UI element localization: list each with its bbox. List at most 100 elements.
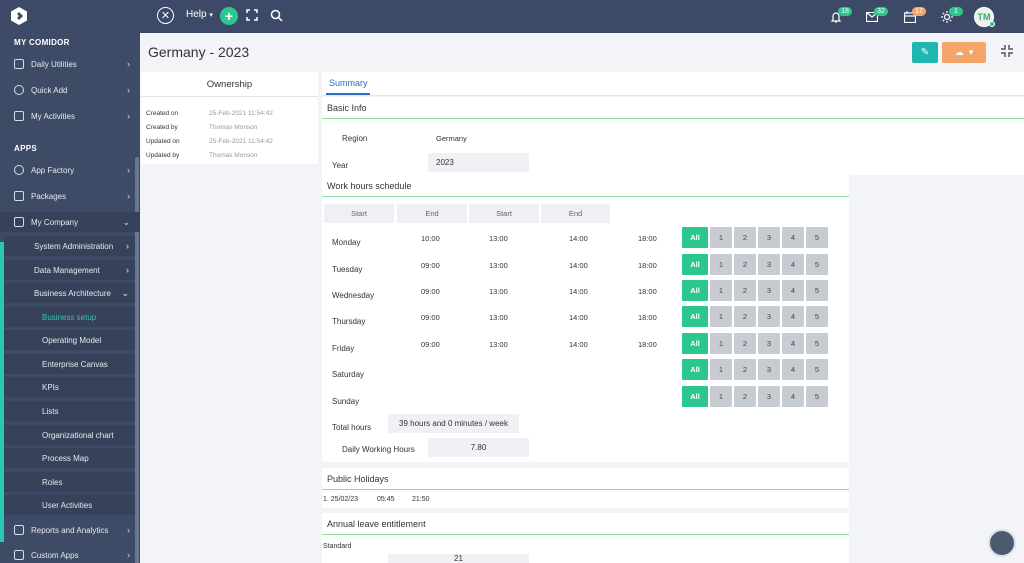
week-5-button[interactable]: 5 xyxy=(806,254,828,275)
week-all-button[interactable]: All xyxy=(682,280,708,301)
week-3-button[interactable]: 3 xyxy=(758,359,780,380)
week-4-button[interactable]: 4 xyxy=(782,386,804,407)
week-1-button[interactable]: 1 xyxy=(710,280,732,301)
day-label: Sunday xyxy=(332,397,360,406)
search-icon[interactable] xyxy=(270,9,283,22)
week-all-button[interactable]: All xyxy=(682,306,708,327)
week-4-button[interactable]: 4 xyxy=(782,254,804,275)
year-field[interactable]: 2023 xyxy=(428,153,529,172)
chevron-right-icon: › xyxy=(127,550,130,560)
week-5-button[interactable]: 5 xyxy=(806,306,828,327)
week-2-button[interactable]: 2 xyxy=(734,280,756,301)
sidebar-item-packages[interactable]: Packages › xyxy=(0,186,140,206)
section-title: Public Holidays xyxy=(327,474,389,484)
pencil-icon: ✎ xyxy=(920,47,930,58)
week-2-button[interactable]: 2 xyxy=(734,227,756,248)
start-time: 09:00 xyxy=(421,261,440,270)
sidebar-item-label: Business Architecture xyxy=(34,288,111,298)
sidebar-item-custom-apps[interactable]: Custom Apps › xyxy=(0,545,140,563)
week-all-button[interactable]: All xyxy=(682,333,708,354)
divider xyxy=(322,196,849,197)
week-4-button[interactable]: 4 xyxy=(782,227,804,248)
week-all-button[interactable]: All xyxy=(682,359,708,380)
week-1-button[interactable]: 1 xyxy=(710,333,732,354)
sidebar-item-lists[interactable]: Lists xyxy=(4,401,135,421)
week-4-button[interactable]: 4 xyxy=(782,306,804,327)
section-my-comidor: MY COMIDOR xyxy=(14,38,70,47)
sidebar-item-my-activities[interactable]: My Activities › xyxy=(0,106,140,126)
week-4-button[interactable]: 4 xyxy=(782,333,804,354)
week-all-button[interactable]: All xyxy=(682,254,708,275)
grid-icon xyxy=(14,59,24,69)
annual-leave-header: Annual leave entitlement xyxy=(322,513,849,535)
sidebar-item-label: Lists xyxy=(42,406,59,416)
sidebar-item-roles[interactable]: Roles xyxy=(4,472,135,492)
week-1-button[interactable]: 1 xyxy=(710,306,732,327)
week-5-button[interactable]: 5 xyxy=(806,280,828,301)
week-all-button[interactable]: All xyxy=(682,386,708,407)
tab-summary[interactable]: Summary xyxy=(329,78,368,88)
week-2-button[interactable]: 2 xyxy=(734,333,756,354)
fullscreen-icon[interactable] xyxy=(246,9,258,21)
chevron-down-icon: ▾ xyxy=(968,47,974,57)
sidebar-item-business-setup[interactable]: Business setup xyxy=(4,307,135,327)
week-3-button[interactable]: 3 xyxy=(758,333,780,354)
week-5-button[interactable]: 5 xyxy=(806,227,828,248)
sidebar-item-kpis[interactable]: KPIs xyxy=(4,377,135,397)
created-on-label: Created on xyxy=(146,110,179,117)
start-time: 14:00 xyxy=(569,261,588,270)
sidebar-item-organizational-chart[interactable]: Organizational chart xyxy=(4,425,135,445)
week-2-button[interactable]: 2 xyxy=(734,386,756,407)
section-title: Basic Info xyxy=(327,103,367,113)
sidebar-item-operating-model[interactable]: Operating Model xyxy=(4,330,135,350)
sidebar-item-label: My Activities xyxy=(31,111,76,121)
sidebar-item-my-company[interactable]: My Company ⌄ xyxy=(0,212,140,232)
week-3-button[interactable]: 3 xyxy=(758,254,780,275)
exit-fullscreen-icon[interactable] xyxy=(1000,44,1014,58)
sidebar-item-system-administration[interactable]: System Administration › xyxy=(4,236,135,256)
sidebar-item-label: Custom Apps xyxy=(31,550,79,560)
help-bot-avatar[interactable] xyxy=(988,529,1016,557)
end-header: End xyxy=(541,204,610,223)
week-3-button[interactable]: 3 xyxy=(758,280,780,301)
week-all-button[interactable]: All xyxy=(682,227,708,248)
week-3-button[interactable]: 3 xyxy=(758,386,780,407)
close-circle-icon[interactable]: ✕ xyxy=(157,7,174,24)
sidebar-item-process-map[interactable]: Process Map xyxy=(4,448,135,468)
week-3-button[interactable]: 3 xyxy=(758,227,780,248)
week-5-button[interactable]: 5 xyxy=(806,333,828,354)
week-4-button[interactable]: 4 xyxy=(782,280,804,301)
sidebar-item-user-activities[interactable]: User Activities xyxy=(4,495,135,515)
sidebar-item-app-factory[interactable]: App Factory › xyxy=(0,160,140,180)
sidebar-item-quick-add[interactable]: Quick Add › xyxy=(0,80,140,100)
updated-on-label: Updated on xyxy=(146,138,180,145)
week-2-button[interactable]: 2 xyxy=(734,254,756,275)
week-3-button[interactable]: 3 xyxy=(758,306,780,327)
week-5-button[interactable]: 5 xyxy=(806,386,828,407)
sidebar-item-daily-utilities[interactable]: Daily Utilities › xyxy=(0,54,140,74)
sidebar-item-label: Packages xyxy=(31,191,67,201)
week-1-button[interactable]: 1 xyxy=(710,359,732,380)
week-1-button[interactable]: 1 xyxy=(710,227,732,248)
week-2-button[interactable]: 2 xyxy=(734,359,756,380)
week-1-button[interactable]: 1 xyxy=(710,386,732,407)
section-title: Annual leave entitlement xyxy=(327,519,426,529)
week-4-button[interactable]: 4 xyxy=(782,359,804,380)
created-by-value: Thomas Monson xyxy=(209,124,258,131)
logo-icon[interactable] xyxy=(11,7,27,25)
plus-icon[interactable]: + xyxy=(220,7,238,25)
public-holidays-header: Public Holidays xyxy=(322,468,849,490)
cloud-actions-button[interactable]: ☁ ▾ xyxy=(942,42,986,63)
week-2-button[interactable]: 2 xyxy=(734,306,756,327)
sidebar-item-enterprise-canvas[interactable]: Enterprise Canvas xyxy=(4,354,135,374)
week-1-button[interactable]: 1 xyxy=(710,254,732,275)
week-5-button[interactable]: 5 xyxy=(806,359,828,380)
sidebar-item-data-management[interactable]: Data Management › xyxy=(4,260,135,280)
start-time: 14:00 xyxy=(569,234,588,243)
sidebar-item-reports-analytics[interactable]: Reports and Analytics › xyxy=(0,520,140,540)
divider xyxy=(322,534,849,535)
help-menu[interactable]: Help ▾ xyxy=(186,9,213,20)
sidebar-item-label: Quick Add xyxy=(31,85,68,95)
edit-button[interactable]: ✎ xyxy=(912,42,938,63)
sidebar-item-business-architecture[interactable]: Business Architecture ⌄ xyxy=(4,283,135,303)
